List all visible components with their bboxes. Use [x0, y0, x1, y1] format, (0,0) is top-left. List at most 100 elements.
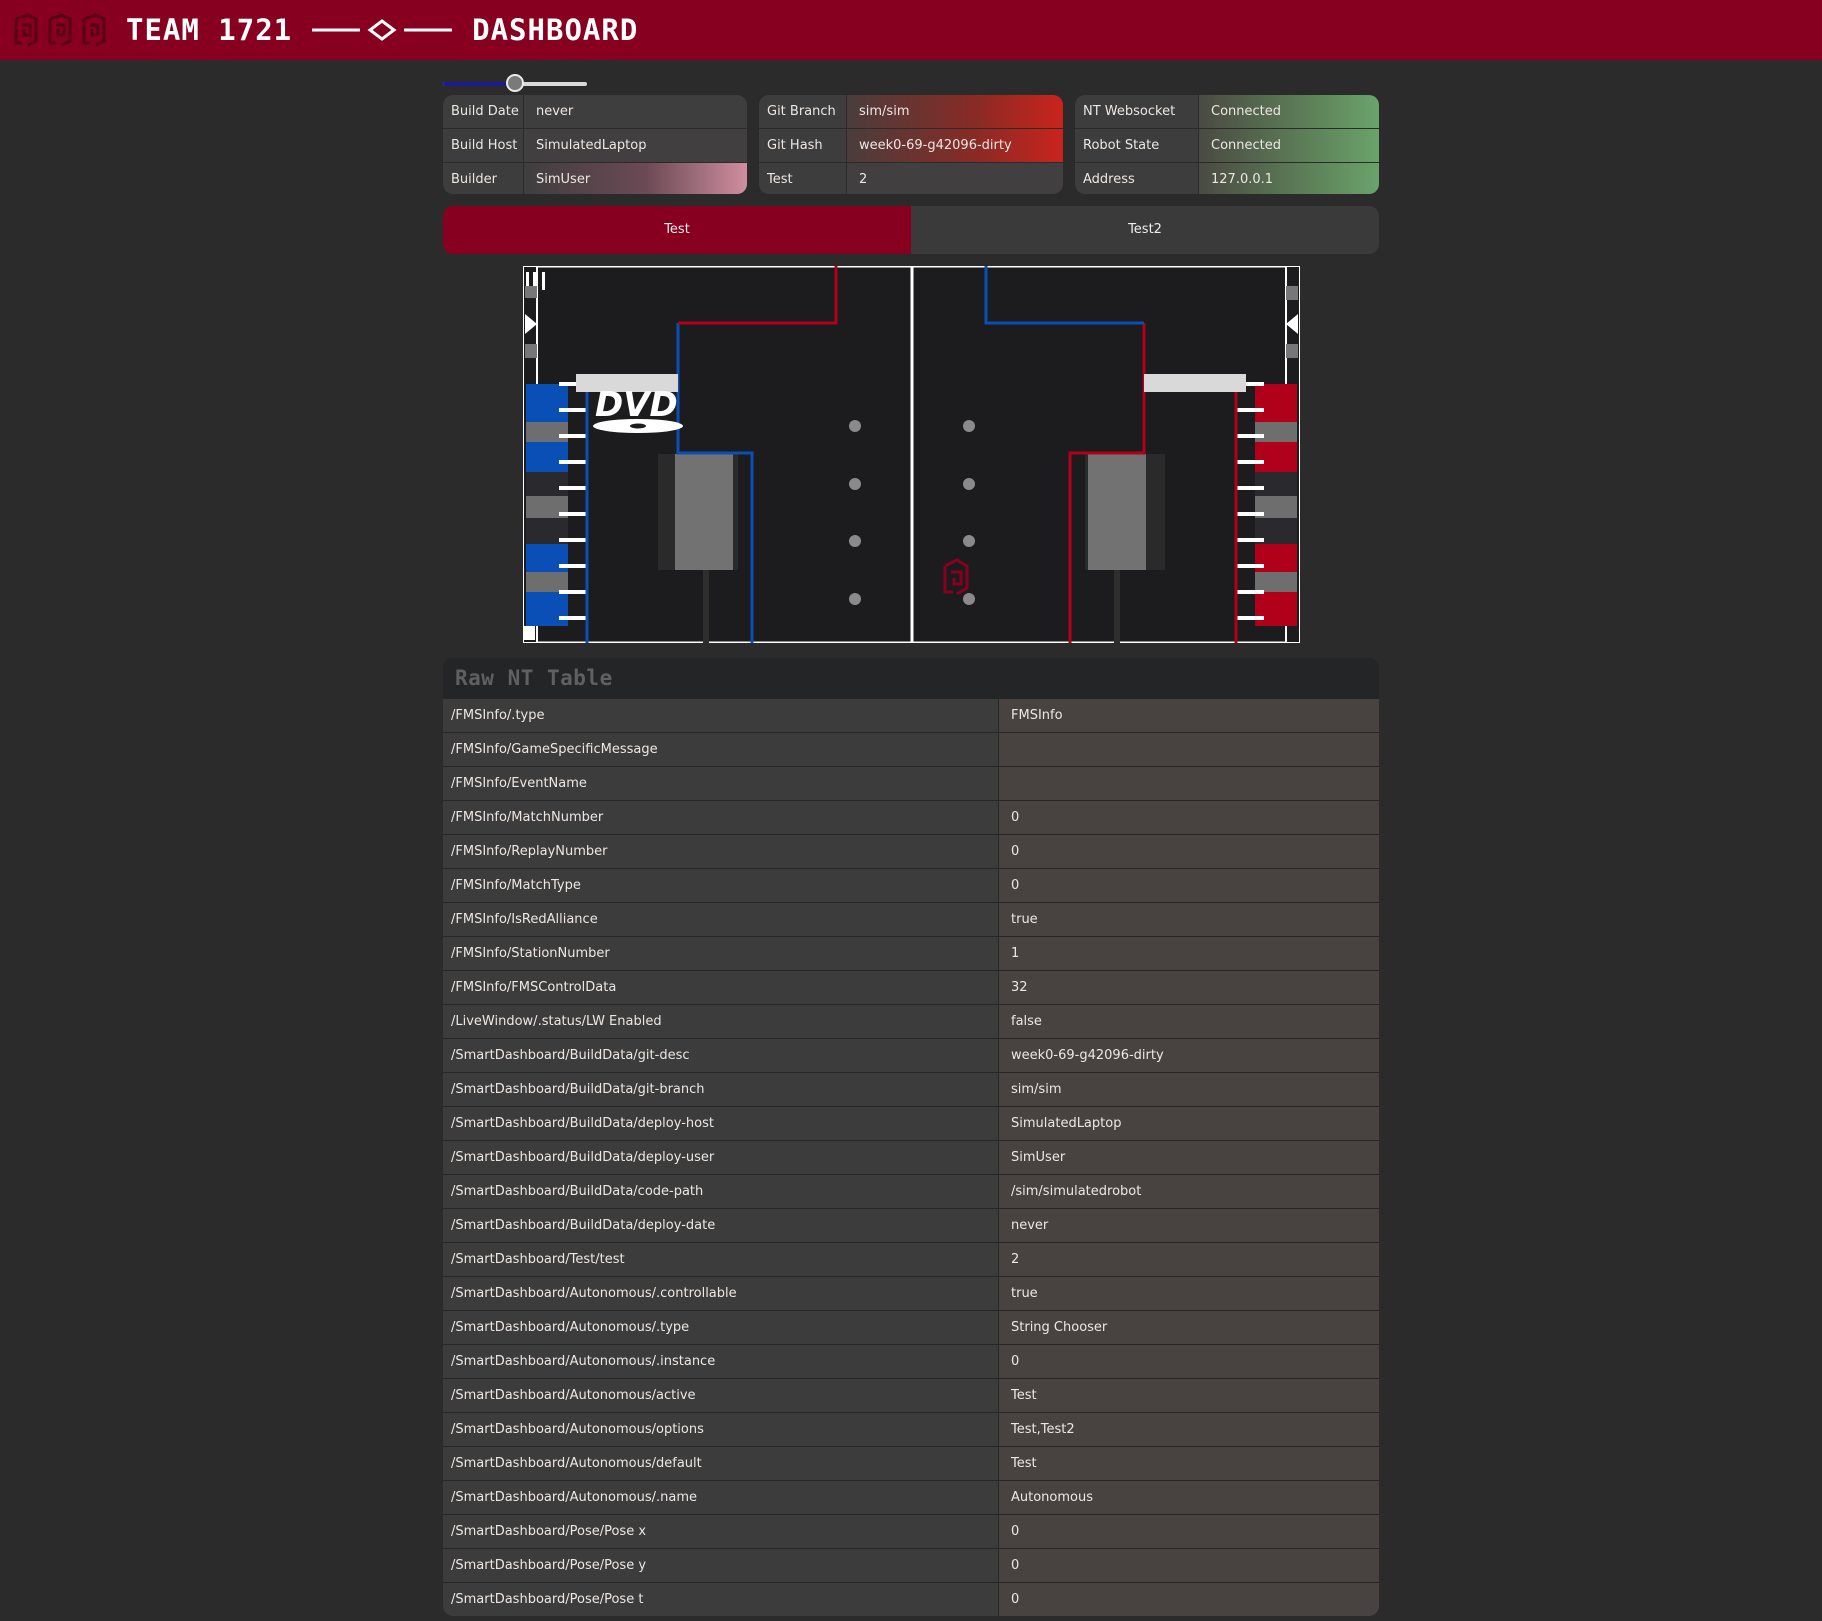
info-label: Build Date [443, 95, 524, 128]
table-row: /FMSInfo/IsRedAlliance true [443, 902, 1379, 936]
info-row: Robot State Connected [1075, 128, 1379, 162]
info-value: SimUser [524, 163, 747, 194]
info-row: NT Websocket Connected [1075, 95, 1379, 128]
nt-value: Test,Test2 [998, 1413, 1379, 1446]
nt-value: false [998, 1005, 1379, 1038]
table-row: /FMSInfo/.type FMSInfo [443, 698, 1379, 732]
wall-block [1286, 286, 1298, 300]
status-value: Connected [1199, 129, 1379, 162]
nt-value: sim/sim [998, 1073, 1379, 1106]
wall-block [525, 344, 537, 358]
table-row: /SmartDashboard/Autonomous/.controllable… [443, 1276, 1379, 1310]
nt-value: String Chooser [998, 1311, 1379, 1344]
dashboard-title: DASHBOARD [472, 13, 639, 47]
nt-value: 1 [998, 937, 1379, 970]
nt-key: /SmartDashboard/BuildData/deploy-host [443, 1107, 998, 1140]
wall-marker [542, 272, 545, 290]
nt-key: /SmartDashboard/BuildData/code-path [443, 1175, 998, 1208]
charge-station-post [1114, 570, 1120, 643]
nt-value: 32 [998, 971, 1379, 1004]
table-row: /SmartDashboard/Autonomous/.name Autonomo… [443, 1480, 1379, 1514]
table-row: /SmartDashboard/Autonomous/default Test [443, 1446, 1379, 1480]
info-label: Git Branch [759, 95, 847, 128]
table-row: /SmartDashboard/Pose/Pose x0 [443, 1514, 1379, 1548]
auto-chooser-tabs: Test Test2 [443, 206, 1379, 254]
nt-key: /FMSInfo/FMSControlData [443, 971, 998, 1004]
team-logo-icon [14, 13, 38, 47]
info-row: Address 127.0.0.1 [1075, 162, 1379, 194]
team-logo-icon [48, 13, 72, 47]
tab-test[interactable]: Test [443, 206, 911, 254]
nt-key: /SmartDashboard/Autonomous/.controllable [443, 1277, 998, 1310]
status-value: 127.0.0.1 [1199, 163, 1379, 194]
logo-group [12, 13, 108, 47]
table-row: /SmartDashboard/BuildData/git-branch sim/… [443, 1072, 1379, 1106]
nt-key: /LiveWindow/.status/LW Enabled [443, 1005, 998, 1038]
info-label: NT Websocket [1075, 95, 1199, 128]
blue-charge-station [675, 454, 733, 570]
table-row: /SmartDashboard/BuildData/code-path/sim/… [443, 1174, 1379, 1208]
table-row: /FMSInfo/MatchType 0 [443, 868, 1379, 902]
blue-grid [526, 384, 568, 626]
red-barrier [1144, 374, 1246, 392]
info-value: sim/sim [847, 95, 1063, 128]
slider-track-fill [443, 82, 515, 86]
table-row: /SmartDashboard/BuildData/git-desc week0-… [443, 1038, 1379, 1072]
table-row: /SmartDashboard/Autonomous/active Test [443, 1378, 1379, 1412]
nt-value: 0 [998, 1345, 1379, 1378]
nt-value: /sim/simulatedrobot [998, 1175, 1379, 1208]
nt-key: /FMSInfo/MatchType [443, 869, 998, 902]
info-row: Git Branch sim/sim [759, 95, 1063, 128]
nt-key: /SmartDashboard/Pose/Pose y [443, 1549, 998, 1582]
nt-value: 2 [998, 1243, 1379, 1276]
table-row: /SmartDashboard/Autonomous/.instance 0 [443, 1344, 1379, 1378]
nt-value: 0 [998, 835, 1379, 868]
nt-key: /FMSInfo/IsRedAlliance [443, 903, 998, 936]
nt-key: /SmartDashboard/BuildData/deploy-user [443, 1141, 998, 1174]
status-value: Connected [1199, 95, 1379, 128]
info-row: Test 2 [759, 162, 1063, 194]
nt-key: /SmartDashboard/Autonomous/.name [443, 1481, 998, 1514]
wall-block [523, 626, 535, 640]
table-row: /SmartDashboard/Pose/Pose y0 [443, 1548, 1379, 1582]
git-info-card: Git Branch sim/sim Git Hash week0-69-g42… [759, 95, 1063, 194]
tab-test2[interactable]: Test2 [911, 206, 1379, 254]
nt-value: Test [998, 1379, 1379, 1412]
nt-value: 0 [998, 1583, 1379, 1616]
nt-key: /SmartDashboard/Test/test [443, 1243, 998, 1276]
nt-key: /SmartDashboard/Autonomous/.type [443, 1311, 998, 1344]
nt-key: /SmartDashboard/BuildData/git-desc [443, 1039, 998, 1072]
nt-value [998, 767, 1379, 800]
nt-value: SimulatedLaptop [998, 1107, 1379, 1140]
info-row: Builder SimUser [443, 162, 747, 194]
nt-key: /FMSInfo/ReplayNumber [443, 835, 998, 868]
nt-key: /SmartDashboard/Autonomous/default [443, 1447, 998, 1480]
nt-value: Autonomous [998, 1481, 1379, 1514]
diamond-divider-icon [312, 19, 453, 41]
nt-value [998, 733, 1379, 766]
info-row: Build Host SimulatedLaptop [443, 128, 747, 162]
table-row: /FMSInfo/GameSpecificMessage [443, 732, 1379, 766]
nt-value: 0 [998, 801, 1379, 834]
nt-value: SimUser [998, 1141, 1379, 1174]
info-row: Build Date never [443, 95, 747, 128]
info-label: Test [759, 163, 847, 194]
table-row: /FMSInfo/FMSControlData 32 [443, 970, 1379, 1004]
dvd-logo-text: DVD [595, 385, 678, 425]
nt-value: Test [998, 1447, 1379, 1480]
range-slider[interactable] [443, 74, 587, 94]
info-label: Git Hash [759, 129, 847, 162]
table-row: /SmartDashboard/Autonomous/options Test,T… [443, 1412, 1379, 1446]
connection-status-card: NT Websocket Connected Robot State Conne… [1075, 95, 1379, 194]
table-row: /FMSInfo/MatchNumber 0 [443, 800, 1379, 834]
red-charge-station [1088, 454, 1146, 570]
nt-key: /SmartDashboard/Autonomous/options [443, 1413, 998, 1446]
nt-value: 0 [998, 1515, 1379, 1548]
nt-value: 0 [998, 1549, 1379, 1582]
nt-key: /SmartDashboard/Pose/Pose t [443, 1583, 998, 1616]
table-row: /FMSInfo/ReplayNumber 0 [443, 834, 1379, 868]
slider-thumb[interactable] [506, 74, 524, 92]
table-row: /LiveWindow/.status/LW Enabled false [443, 1004, 1379, 1038]
info-value: SimulatedLaptop [524, 129, 747, 162]
info-label: Address [1075, 163, 1199, 194]
